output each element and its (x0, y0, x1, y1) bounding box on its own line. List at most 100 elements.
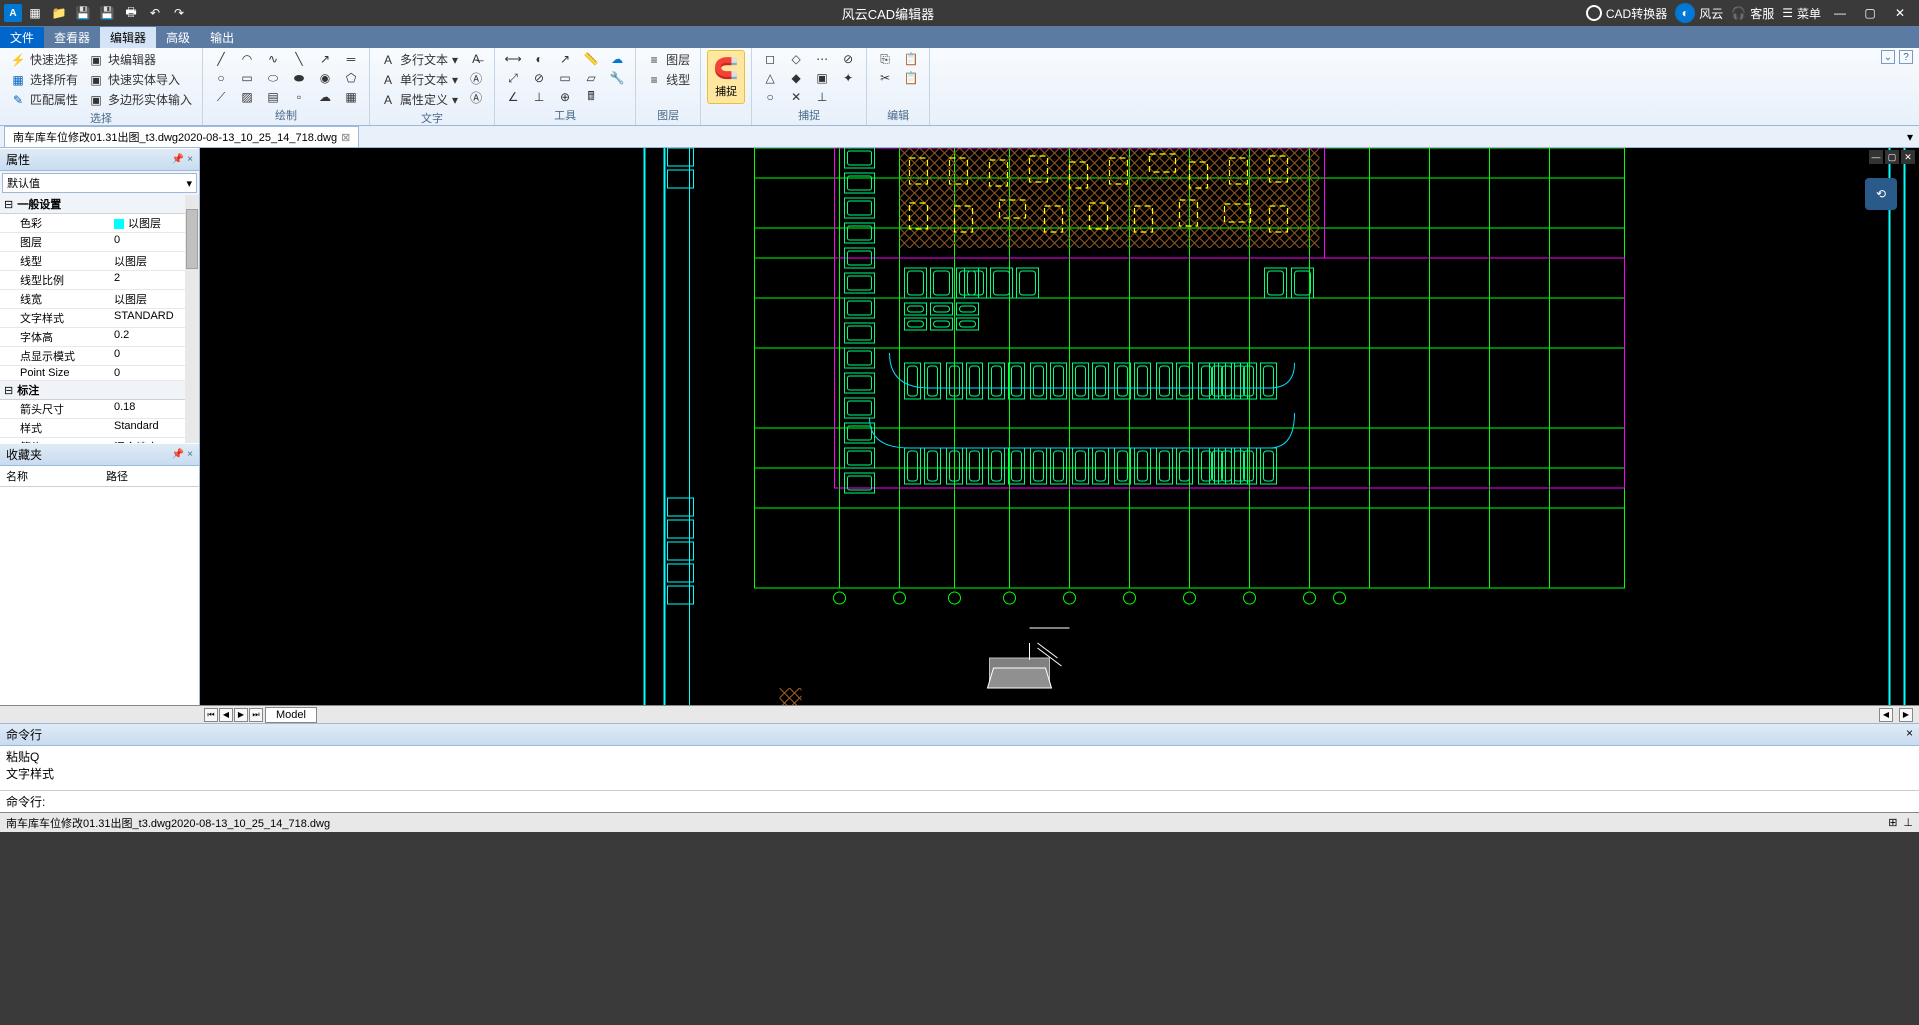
service-button[interactable]: 🎧客服 (1731, 5, 1774, 22)
ellipse-tool[interactable]: ⬭ (261, 69, 285, 87)
text-tool-2[interactable]: Ⓐ (464, 69, 488, 87)
text-tool-1[interactable]: A̶ (464, 50, 488, 68)
snap-tangent[interactable]: ⊘ (836, 50, 860, 68)
arc-tool[interactable]: ◠ (235, 50, 259, 68)
linetype-button[interactable]: ≡线型 (642, 70, 694, 89)
undo-icon[interactable]: ↶ (144, 2, 166, 24)
snap-insert[interactable]: ▣ (810, 69, 834, 87)
measure-tool[interactable]: 📏 (579, 50, 603, 68)
snap-node[interactable]: ◇ (784, 50, 808, 68)
dim-angular-tool[interactable]: ∠ (501, 88, 525, 106)
snap-nearest[interactable]: ✦ (836, 69, 860, 87)
prop-row[interactable]: 线型以图层 (0, 252, 199, 271)
prop-row[interactable]: 线宽以图层 (0, 290, 199, 309)
table-tool[interactable]: ▦ (339, 88, 363, 106)
open-icon[interactable]: 📁 (48, 2, 70, 24)
circle-tool[interactable]: ○ (209, 69, 233, 87)
polygon-tool[interactable]: ⬠ (339, 69, 363, 87)
menu-output[interactable]: 输出 (200, 27, 244, 48)
prop-row[interactable]: 字体高0.2 (0, 328, 199, 347)
snap-center[interactable]: ○ (758, 88, 782, 106)
mline-tool[interactable]: ═ (339, 50, 363, 68)
menu-button[interactable]: ☰菜单 (1782, 5, 1821, 22)
prop-row[interactable]: 图层0 (0, 233, 199, 252)
file-tab-dropdown-icon[interactable]: ▾ (1907, 130, 1913, 144)
dim-diameter-tool[interactable]: ⊘ (527, 69, 551, 87)
dim-ordinate-tool[interactable]: ⊥ (527, 88, 551, 106)
cloud-tool[interactable]: ☁ (313, 88, 337, 106)
prop-section-general[interactable]: 一般设置 (0, 195, 199, 214)
center-tool[interactable]: ⊕ (553, 88, 577, 106)
snap-endpoint[interactable]: ◻ (758, 50, 782, 68)
hscroll-left-icon[interactable]: ◀ (1879, 708, 1893, 722)
command-input[interactable] (51, 791, 1919, 812)
attdef-button[interactable]: A属性定义▾ (376, 90, 462, 109)
fill-tool[interactable]: ▤ (261, 88, 285, 106)
cloud-button[interactable]: ☁ (605, 50, 629, 68)
prop-row[interactable]: 箭头1闭合填充 (0, 438, 199, 443)
layer-button[interactable]: ≡图层 (642, 50, 694, 69)
status-ortho-icon[interactable]: ⊥ (1903, 816, 1913, 829)
menu-advanced[interactable]: 高级 (156, 27, 200, 48)
ellipse2-tool[interactable]: ⬬ (287, 69, 311, 87)
snap-button[interactable]: 🧲 捕捉 (707, 50, 745, 104)
properties-scrollbar[interactable] (185, 195, 199, 443)
mtext-button[interactable]: A多行文本▾ (376, 50, 462, 69)
snap-perp[interactable]: ⊥ (810, 88, 834, 106)
copy-button[interactable]: ⎘ (873, 50, 897, 68)
tab-first-icon[interactable]: ⏮ (204, 708, 218, 722)
leader-tool[interactable]: ↗ (553, 50, 577, 68)
ray-tool[interactable]: ↗ (313, 50, 337, 68)
stext-button[interactable]: A单行文本▾ (376, 70, 462, 89)
menu-viewer[interactable]: 查看器 (44, 27, 100, 48)
donut-tool[interactable]: ◉ (313, 69, 337, 87)
canvas[interactable]: — ▢ ✕ ⟲ (200, 148, 1919, 705)
close-button[interactable]: ✕ (1889, 2, 1911, 24)
prop-section-dim[interactable]: 标注 (0, 381, 199, 400)
menu-file[interactable]: 文件 (0, 27, 44, 48)
snap-intersect[interactable]: ✕ (784, 88, 808, 106)
canvas-close-icon[interactable]: ✕ (1901, 150, 1915, 164)
xline-tool[interactable]: ╲ (287, 50, 311, 68)
polyline-tool[interactable]: ⟋ (209, 88, 233, 106)
prop-row[interactable]: 样式Standard (0, 419, 199, 438)
fengyun-button[interactable]: ◐风云 (1675, 3, 1723, 23)
status-grid-icon[interactable]: ⊞ (1888, 816, 1897, 829)
quick-entity-import-button[interactable]: ▣快速实体导入 (84, 70, 196, 89)
print-icon[interactable]: 🖶 (120, 2, 142, 24)
pin-icon[interactable]: 📌 × (172, 449, 193, 460)
snap-quadrant[interactable]: ◆ (784, 69, 808, 87)
nav-cube[interactable]: ⟲ (1865, 178, 1897, 210)
area-tool[interactable]: ▱ (579, 69, 603, 87)
menu-editor[interactable]: 编辑器 (100, 27, 156, 48)
pin-icon[interactable]: 📌 × (172, 154, 193, 165)
dim-aligned-tool[interactable]: ⤢ (501, 69, 525, 87)
tolerance-tool[interactable]: ▭ (553, 69, 577, 87)
line-tool[interactable]: ╱ (209, 50, 233, 68)
spline-tool[interactable]: ∿ (261, 50, 285, 68)
tab-last-icon[interactable]: ⏭ (249, 708, 263, 722)
paste-special-button[interactable]: 📋 (899, 69, 923, 87)
canvas-min-icon[interactable]: — (1869, 150, 1883, 164)
snap-midpoint[interactable]: △ (758, 69, 782, 87)
prop-row[interactable]: 文字样式STANDARD (0, 309, 199, 328)
ribbon-collapse-icon[interactable]: ⌄ (1881, 50, 1895, 64)
snap-extension[interactable]: ⋯ (810, 50, 834, 68)
model-tab[interactable]: Model (265, 707, 317, 723)
cut-button[interactable]: ✂ (873, 69, 897, 87)
dim-radius-tool[interactable]: ◐ (527, 50, 551, 68)
select-all-button[interactable]: ▦选择所有 (6, 70, 82, 89)
tab-next-icon[interactable]: ▶ (234, 708, 248, 722)
rect-tool[interactable]: ▭ (235, 69, 259, 87)
save-icon[interactable]: 💾 (72, 2, 94, 24)
hscroll-right-icon[interactable]: ▶ (1899, 708, 1913, 722)
default-value-dropdown[interactable]: 默认值▾ (2, 173, 197, 193)
wrench-button[interactable]: 🔧 (605, 69, 629, 87)
match-props-button[interactable]: ✎匹配属性 (6, 90, 82, 109)
command-close-icon[interactable]: × (1906, 726, 1913, 743)
dim-linear-tool[interactable]: ⟷ (501, 50, 525, 68)
prop-row[interactable]: 箭头尺寸0.18 (0, 400, 199, 419)
close-tab-icon[interactable]: ⊠ (341, 131, 350, 144)
minimize-button[interactable]: — (1829, 2, 1851, 24)
block-editor-button[interactable]: ▣块编辑器 (84, 50, 196, 69)
